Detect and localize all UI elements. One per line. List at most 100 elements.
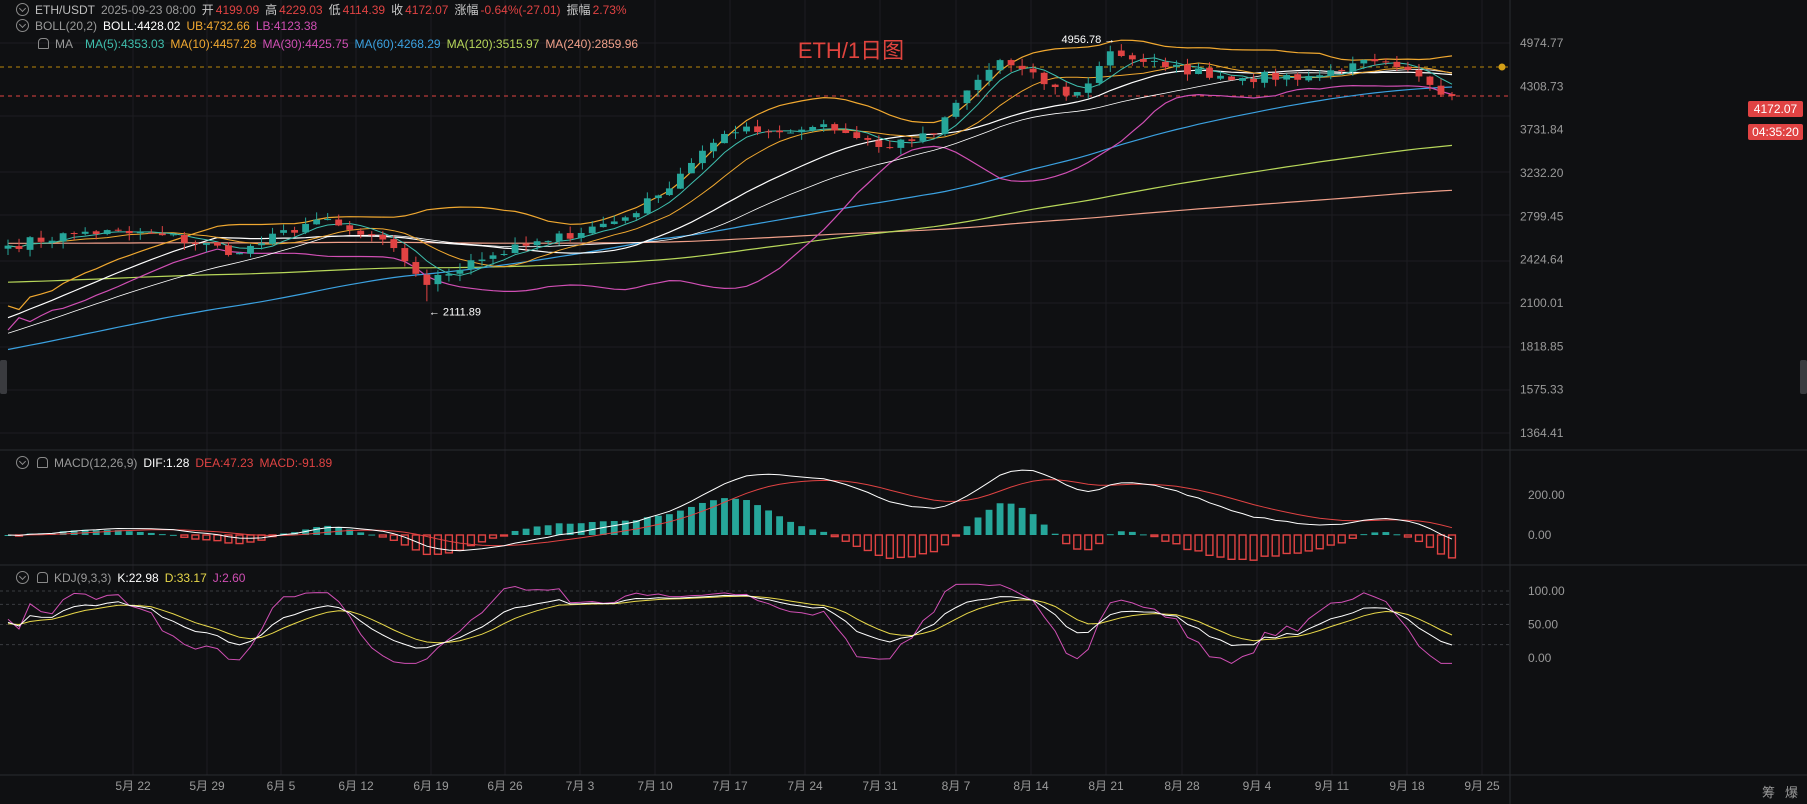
macd-histogram-bar	[1360, 534, 1368, 536]
candle-body	[1128, 55, 1136, 60]
candle-body	[776, 130, 784, 133]
macd-dea: DEA:47.23	[195, 456, 254, 470]
macd-histogram-bar	[577, 523, 585, 535]
candle-body	[886, 147, 894, 149]
candle-body	[1195, 68, 1202, 75]
candle-body	[1272, 72, 1280, 80]
candle-body	[1371, 59, 1379, 62]
candle-body	[1404, 66, 1412, 70]
macd-histogram-bar	[974, 517, 982, 535]
macd-axis-tick-label: 200.00	[1528, 488, 1565, 502]
candle-body	[456, 269, 464, 274]
macd-value: MACD:-91.89	[259, 456, 333, 470]
candle-body	[37, 237, 45, 242]
candle-body	[643, 198, 651, 214]
x-axis-tick-label: 7月 17	[712, 779, 748, 793]
candle-body	[26, 237, 34, 250]
x-axis-tick-label: 8月 28	[1164, 779, 1200, 793]
candle-body	[412, 262, 420, 274]
kdj-legend: KDJ(9,3,3) K:22.98 D:33.17 J:2.60	[16, 571, 251, 585]
x-axis-tick-label: 9月 18	[1389, 779, 1425, 793]
macd-histogram-bar	[511, 530, 519, 535]
candle-body	[81, 231, 89, 234]
macd-histogram-bar	[1051, 533, 1059, 535]
collapse-icon[interactable]	[16, 456, 29, 469]
candle-body	[1062, 86, 1070, 96]
candle-body	[169, 234, 177, 236]
macd-histogram-bar	[963, 526, 971, 535]
max-price-label: 4956.78 →	[1061, 34, 1115, 46]
candle-body	[434, 275, 442, 285]
macd-histogram-bar	[1018, 507, 1026, 535]
ma-name: MA	[55, 37, 73, 51]
y-axis-tick-label: 1575.33	[1520, 383, 1564, 397]
x-axis-tick-label: 5月 22	[115, 779, 151, 793]
x-axis-tick-label: 6月 12	[338, 779, 374, 793]
boll-lb: LB:4123.38	[255, 19, 318, 33]
candle-body	[136, 232, 144, 234]
x-axis-tick-label: 6月 5	[267, 779, 296, 793]
x-axis-tick-label: 7月 3	[566, 779, 595, 793]
y-axis-tick-label: 1364.41	[1520, 426, 1564, 440]
macd-histogram-bar	[1139, 534, 1147, 536]
x-axis-tick-label: 9月 25	[1464, 779, 1500, 793]
candle-body	[963, 90, 971, 104]
candle-body	[621, 217, 629, 221]
left-panel-handle[interactable]	[0, 360, 7, 394]
change-value: -0.64%(-27.01)	[480, 3, 561, 17]
macd-histogram-bar	[357, 532, 365, 535]
bell-icon[interactable]	[37, 572, 48, 583]
candle-body	[368, 234, 376, 236]
chip-icon[interactable]: 筹	[1762, 785, 1775, 800]
bell-icon[interactable]	[38, 38, 49, 49]
candle-body	[853, 132, 861, 139]
candle-body	[445, 274, 453, 276]
macd-histogram-bar	[533, 526, 541, 535]
collapse-icon[interactable]	[16, 19, 29, 32]
trading-chart[interactable]: 4956.78 → ← 2111.89 4974.77 4308.73 3731.84…	[0, 0, 1807, 804]
right-panel-handle[interactable]	[1800, 360, 1807, 394]
candle-body	[1426, 76, 1434, 85]
candle-body	[599, 223, 607, 228]
collapse-icon[interactable]	[16, 571, 29, 584]
candle-body	[1161, 61, 1169, 68]
candle-body	[1250, 78, 1258, 83]
candle-body	[588, 226, 596, 234]
macd-histogram-bar	[732, 498, 739, 535]
current-price-tag: 4172.07	[1748, 101, 1803, 117]
macd-histogram-bar	[985, 509, 993, 535]
macd-histogram-bar	[951, 534, 961, 537]
candle-body	[688, 162, 695, 174]
bell-icon[interactable]	[37, 457, 48, 468]
candle-body	[390, 239, 398, 249]
amp-label: 振幅	[566, 3, 591, 17]
x-axis-tick-label: 9月 11	[1315, 779, 1350, 793]
y-axis-tick-label: 1818.85	[1520, 339, 1564, 353]
candle-body	[1261, 71, 1269, 83]
boll-name: BOLL(20,2)	[35, 19, 98, 33]
macd-histogram-bar	[544, 525, 552, 535]
collapse-icon[interactable]	[16, 3, 29, 16]
ohlc-header: ETH/USDT 2025-09-23 08:00 开 4199.09 高 4229.03…	[16, 1, 633, 18]
ma-legend-item: MA(120):3515.97	[446, 37, 540, 51]
candle-body	[721, 133, 728, 144]
candle-body	[952, 102, 960, 117]
candle-body	[114, 229, 122, 231]
candle-body	[225, 245, 232, 256]
macd-histogram-bar	[743, 500, 750, 535]
boll-legend: BOLL(20,2) BOLL:4428.02 UB:4732.66 LB:4123.…	[16, 19, 323, 33]
kdj-k: K:22.98	[117, 571, 159, 585]
x-axis-tick-label: 7月 31	[862, 779, 898, 793]
kdj-name: KDJ(9,3,3)	[54, 571, 112, 585]
y-axis-tick-label: 4308.73	[1520, 79, 1564, 93]
macd-histogram-bar	[798, 526, 806, 535]
candle-body	[809, 127, 817, 131]
macd-histogram-bar	[1007, 503, 1015, 535]
macd-histogram-bar	[588, 522, 596, 535]
macd-name: MACD(12,26,9)	[54, 456, 138, 470]
ma-legend: MA MA(5):4353.03 MA(10):4457.28 MA(30):4425…	[36, 37, 650, 51]
y-axis-tick-label: 2100.01	[1520, 296, 1564, 310]
candle-body	[1139, 59, 1147, 62]
candle-body	[1349, 63, 1357, 72]
liquidation-icon[interactable]: 爆	[1785, 785, 1798, 800]
